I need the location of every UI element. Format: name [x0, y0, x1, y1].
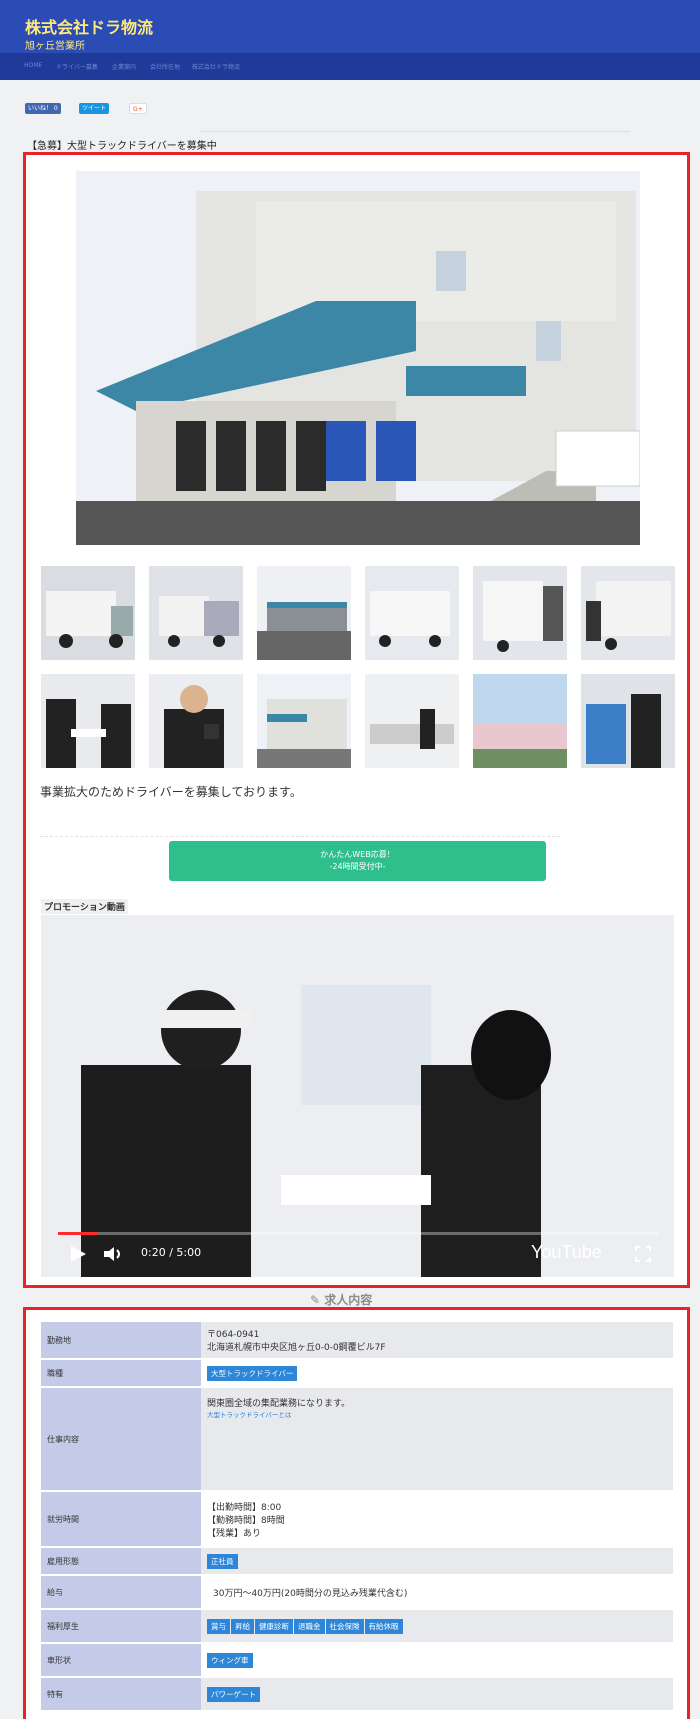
row-salary: 給与 30万円～40万円(20時間分の見込み残業代含む) [41, 1576, 673, 1610]
tweet-button[interactable]: ツイート [79, 103, 110, 114]
row-hours: 就労時間 【出勤時間】8:00 【勤務時間】8時間 【残業】あり [41, 1492, 673, 1548]
row-label: 車形状 [41, 1644, 201, 1678]
thumbnail-truck-1[interactable] [41, 566, 135, 660]
row-label: 特有 [41, 1678, 201, 1712]
address: 北海道札幌市中央区旭ヶ丘0-0-0鋼覆ビル7F [207, 1343, 386, 1353]
row-label: 勤務地 [41, 1322, 201, 1360]
row-special: 特有 パワーゲート [41, 1678, 673, 1712]
row-location: 勤務地 〒064-0941 北海道札幌市中央区旭ヶ丘0-0-0鋼覆ビル7F [41, 1322, 673, 1360]
row-label: 職種 [41, 1360, 201, 1388]
vehicle-tag[interactable]: ウィング車 [207, 1652, 253, 1668]
video-progress-bar[interactable] [58, 1232, 658, 1235]
section-heading: ✎ 求人内容 [310, 1291, 372, 1308]
gplus-button[interactable]: G+ [129, 103, 147, 114]
job-type-tag[interactable]: 大型トラックドライバー [207, 1365, 298, 1381]
row-welfare: 福利厚生 賞与 昇給 健康診断 退職金 社会保険 有給休暇 [41, 1610, 673, 1644]
row-job-type: 職種 大型トラックドライバー [41, 1360, 673, 1388]
thumbnail-truck-3[interactable] [365, 566, 459, 660]
overtime: 【残業】あり [207, 1528, 262, 1539]
welfare-tag[interactable]: 賞与 [207, 1618, 230, 1634]
nav-company-name[interactable]: 株式会社ドラ物流 [192, 62, 240, 71]
nav-home[interactable]: HOME [24, 62, 42, 69]
start-time: 【出勤時間】8:00 [207, 1502, 282, 1513]
video-progress-fill [58, 1232, 99, 1235]
section-heading-label: 求人内容 [324, 1293, 373, 1307]
row-label: 雇用形態 [41, 1548, 201, 1576]
location-value: 〒064-0941 北海道札幌市中央区旭ヶ丘0-0-0鋼覆ビル7F [201, 1322, 673, 1360]
row-label: 給与 [41, 1576, 201, 1610]
thumbnail-office[interactable] [365, 674, 459, 768]
job-title: 【急募】大型トラックドライバーを募集中 [27, 141, 217, 152]
apply-button[interactable]: かんたんWEB応募！ -24時間受付中- [169, 841, 546, 881]
row-label: 就労時間 [41, 1492, 201, 1548]
row-label: 仕事内容 [41, 1388, 201, 1492]
like-button[interactable]: いいね！ 0 [25, 103, 61, 114]
divider [40, 836, 560, 837]
row-work: 仕事内容 関東圏全域の集配業務になります。 大型トラックドライバーとは [41, 1388, 673, 1492]
postal-code: 〒064-0941 [207, 1330, 260, 1340]
work-description: 関東圏全域の集配業務になります。 [207, 1399, 351, 1409]
company-name[interactable]: 株式会社ドラ物流 [25, 14, 153, 38]
welfare-tag[interactable]: 有給休暇 [364, 1618, 403, 1634]
row-label: 福利厚生 [41, 1610, 201, 1644]
welfare-tag[interactable]: 昇給 [231, 1618, 254, 1634]
thumbnail-cherry-blossom[interactable] [473, 674, 567, 768]
thumbnail-truck-5[interactable] [581, 566, 675, 660]
lead-text: 事業拡大のためドライバーを募集しております。 [40, 785, 302, 799]
welfare-tag[interactable]: 健康診断 [255, 1618, 293, 1634]
site-header: 株式会社ドラ物流 旭ヶ丘営業所 HOME ドライバー募集 企業案内 会社所在地 … [0, 0, 700, 80]
job-info-link[interactable]: 大型トラックドライバーとは [207, 1409, 673, 1419]
thumbnail-driver-scanner[interactable] [149, 674, 243, 768]
youtube-logo[interactable]: YouTube [531, 1242, 602, 1263]
thumbnail-warehouse[interactable] [257, 674, 351, 768]
nav-recruit[interactable]: ドライバー募集 [56, 62, 98, 71]
thumbnail-truck-4[interactable] [473, 566, 567, 660]
play-icon[interactable] [69, 1245, 87, 1263]
edit-icon: ✎ [310, 1293, 325, 1307]
row-employment: 雇用形態 正社員 [41, 1548, 673, 1576]
row-vehicle: 車形状 ウィング車 [41, 1644, 673, 1678]
employment-tag[interactable]: 正社員 [207, 1553, 238, 1569]
video-time: 0:20 / 5:00 [141, 1246, 202, 1259]
work-hours: 【勤務時間】8時間 [207, 1515, 285, 1526]
branch-name: 旭ヶ丘営業所 [25, 41, 85, 52]
thumbnail-loading[interactable] [581, 674, 675, 768]
special-tag[interactable]: パワーゲート [207, 1686, 260, 1702]
promo-video-player[interactable]: 0:20 / 5:00 YouTube [41, 915, 674, 1277]
thumbnail-handover[interactable] [41, 674, 135, 768]
nav-bar: HOME ドライバー募集 企業案内 会社所在地 株式会社ドラ物流 [0, 53, 700, 80]
volume-icon[interactable] [103, 1246, 123, 1262]
promo-video-label: プロモーション動画 [41, 899, 128, 914]
apply-button-sublabel: -24時間受付中- [329, 862, 386, 871]
apply-button-label: かんたんWEB応募！ [320, 850, 395, 859]
nav-location[interactable]: 会社所在地 [150, 62, 180, 71]
fullscreen-icon[interactable] [635, 1246, 651, 1262]
video-frame [41, 915, 674, 1277]
divider [200, 131, 630, 132]
warehouse-photo[interactable] [76, 171, 640, 545]
nav-company[interactable]: 企業案内 [112, 62, 136, 71]
welfare-tag[interactable]: 退職金 [294, 1618, 325, 1634]
thumbnail-truck-2[interactable] [149, 566, 243, 660]
welfare-tag[interactable]: 社会保険 [325, 1618, 364, 1634]
job-details-table: 勤務地 〒064-0941 北海道札幌市中央区旭ヶ丘0-0-0鋼覆ビル7F 職種… [41, 1322, 673, 1712]
thumbnail-depot[interactable] [257, 566, 351, 660]
salary-value: 30万円～40万円(20時間分の見込み残業代含む) [201, 1576, 673, 1610]
